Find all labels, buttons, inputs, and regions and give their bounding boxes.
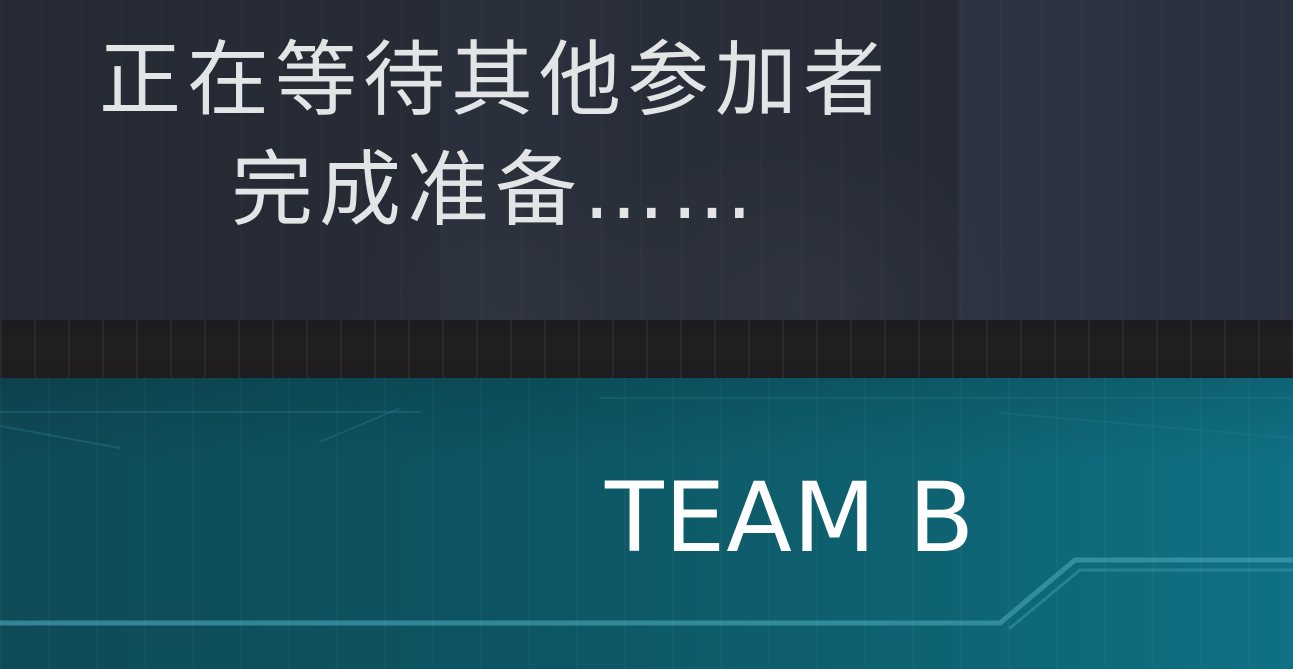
team-label: TEAM B [605,462,976,574]
lobby-screen: 正在等待其他参加者 完成准备…… TEAM B [0,0,1293,669]
waiting-status-line-2: 完成准备…… [230,143,759,238]
waiting-status-line-1: 正在等待其他参加者 [98,33,891,128]
team-banner: TEAM B [0,378,1293,669]
waiting-status-panel: 正在等待其他参加者 完成准备…… [0,0,1293,320]
background-strip [0,320,1293,378]
